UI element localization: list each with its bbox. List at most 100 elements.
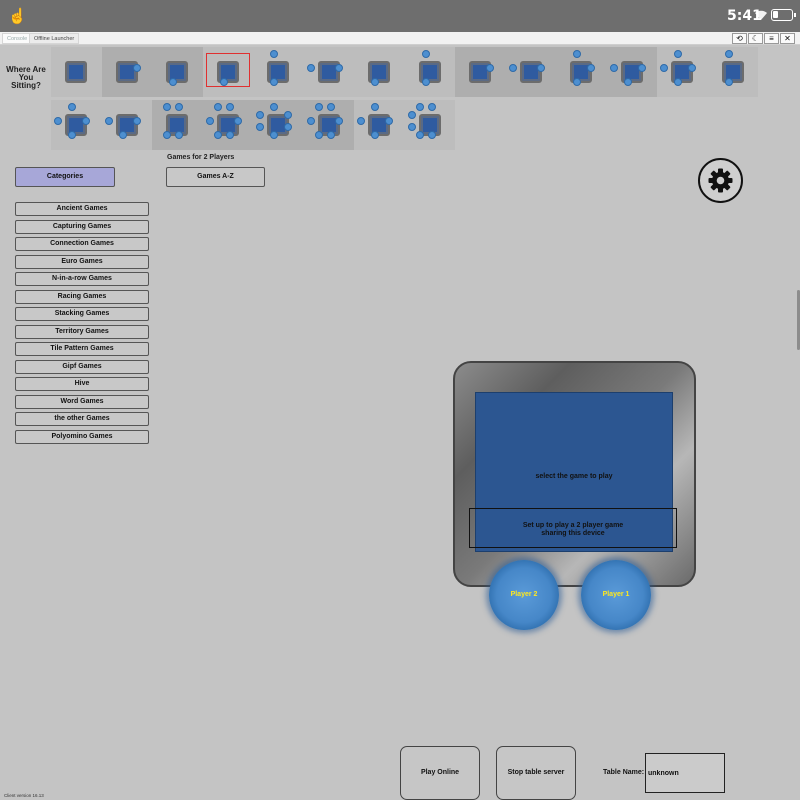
- seat-option[interactable]: [253, 47, 304, 97]
- seat-option[interactable]: [556, 47, 607, 97]
- seat-option[interactable]: [707, 47, 758, 97]
- seat-dot: [427, 103, 436, 111]
- seat-option[interactable]: [51, 47, 102, 97]
- seat-dot: [724, 50, 733, 58]
- refresh-icon[interactable]: ⟲: [732, 33, 747, 44]
- seat-dot: [385, 117, 393, 125]
- seat-dot: [688, 64, 696, 72]
- seat-option[interactable]: [152, 100, 203, 150]
- table-name-label: Table Name:: [603, 769, 645, 776]
- gear-icon[interactable]: [698, 158, 743, 203]
- seat-option[interactable]: [404, 100, 455, 150]
- seat-option[interactable]: [51, 100, 102, 150]
- category-button[interactable]: Capturing Games: [15, 219, 149, 234]
- categories-button[interactable]: Categories: [15, 167, 115, 187]
- category-button[interactable]: Connection Games: [15, 237, 149, 251]
- seat-dot: [371, 131, 379, 139]
- category-button[interactable]: Word Games: [15, 394, 149, 409]
- seat-dot: [536, 64, 545, 72]
- seat-dot: [421, 78, 430, 86]
- seat-option[interactable]: [455, 47, 506, 97]
- play-online-button[interactable]: Play Online: [400, 746, 480, 800]
- seat-option[interactable]: [657, 47, 708, 97]
- status-bar: ☝ 5:41: [0, 0, 800, 32]
- seat-dot: [68, 103, 76, 111]
- seat-option[interactable]: [303, 100, 354, 150]
- seat-dot: [284, 123, 292, 131]
- seat-option[interactable]: [253, 100, 304, 150]
- seat-dot: [573, 50, 581, 58]
- seat-dot: [270, 103, 278, 111]
- menu-icon[interactable]: ≡: [764, 33, 779, 44]
- category-button[interactable]: Euro Games: [15, 254, 149, 269]
- seat-dot: [573, 78, 581, 86]
- seat-option[interactable]: [303, 47, 354, 97]
- selected-seat-highlight: [205, 53, 250, 87]
- seat-dot: [118, 131, 127, 139]
- setup-two-player-button[interactable]: Set up to play a 2 player game sharing t…: [469, 508, 677, 548]
- seat-dot: [104, 117, 113, 125]
- seat-option[interactable]: [354, 47, 405, 97]
- seat-dot: [724, 78, 733, 86]
- seat-option[interactable]: [505, 47, 556, 97]
- seat-option[interactable]: [202, 100, 253, 150]
- seating-label: Where Are You Sitting?: [6, 65, 46, 90]
- seat-dot: [54, 117, 62, 125]
- games-az-button[interactable]: Games A-Z: [166, 167, 265, 187]
- table-name-input[interactable]: [645, 753, 725, 793]
- seat-dot: [306, 117, 315, 125]
- category-button[interactable]: Gipf Games: [15, 359, 149, 374]
- seat-dot: [82, 117, 90, 125]
- category-button[interactable]: Racing Games: [15, 289, 149, 304]
- seat-dot: [326, 131, 335, 139]
- stop-table-server-button[interactable]: Stop table server: [496, 746, 576, 800]
- player-2-seat[interactable]: Player 2: [489, 560, 559, 630]
- close-icon[interactable]: ✕: [780, 33, 795, 44]
- seat-dot: [415, 103, 424, 111]
- seat-dot: [674, 50, 682, 58]
- tab-console[interactable]: Console: [2, 33, 33, 44]
- seat-option[interactable]: [202, 47, 253, 97]
- seat-dot: [421, 50, 430, 58]
- seat-dot: [306, 64, 315, 72]
- seat-option[interactable]: [404, 47, 455, 97]
- battery-icon: [771, 9, 796, 21]
- seat-dot: [175, 131, 183, 139]
- category-button[interactable]: Tile Pattern Games: [15, 342, 149, 356]
- seat-dot: [407, 123, 416, 131]
- category-button[interactable]: Territory Games: [15, 324, 149, 339]
- category-button[interactable]: N-in-a-row Games: [15, 272, 149, 286]
- seat-option[interactable]: [101, 47, 152, 97]
- seat-dot: [326, 103, 335, 111]
- seat-dot: [371, 103, 379, 111]
- category-button[interactable]: the other Games: [15, 412, 149, 426]
- seat-dot: [270, 131, 278, 139]
- seat-dot: [508, 64, 517, 72]
- client-version: Client version 16.13: [4, 793, 44, 798]
- select-game-message: select the game to play: [535, 473, 613, 480]
- seat-option[interactable]: [354, 100, 405, 150]
- seat-option[interactable]: [606, 47, 657, 97]
- seat-dot: [357, 117, 365, 125]
- category-button[interactable]: Hive: [15, 377, 149, 391]
- tab-offline-launcher[interactable]: Offline Launcher: [29, 33, 80, 44]
- seat-dot: [427, 131, 436, 139]
- seat-option[interactable]: [101, 100, 152, 150]
- seat-dot: [314, 103, 323, 111]
- seat-option[interactable]: [152, 47, 203, 97]
- seat-dot: [132, 117, 141, 125]
- seat-dot: [225, 103, 234, 111]
- seat-dot: [256, 123, 264, 131]
- seat-dot: [68, 131, 76, 139]
- seat-dot: [284, 111, 292, 119]
- seat-dot: [623, 78, 632, 86]
- player-1-seat[interactable]: Player 1: [581, 560, 651, 630]
- games-for-players-label: Games for 2 Players: [167, 154, 235, 161]
- seat-dot: [233, 117, 242, 125]
- category-button[interactable]: Ancient Games: [15, 202, 149, 216]
- tab-bar: Console Offline Launcher ⟲ ☾ ≡ ✕: [0, 32, 800, 45]
- seat-dot: [205, 117, 214, 125]
- category-button[interactable]: Stacking Games: [15, 307, 149, 321]
- night-mode-icon[interactable]: ☾: [748, 33, 763, 44]
- category-button[interactable]: Polyomino Games: [15, 429, 149, 444]
